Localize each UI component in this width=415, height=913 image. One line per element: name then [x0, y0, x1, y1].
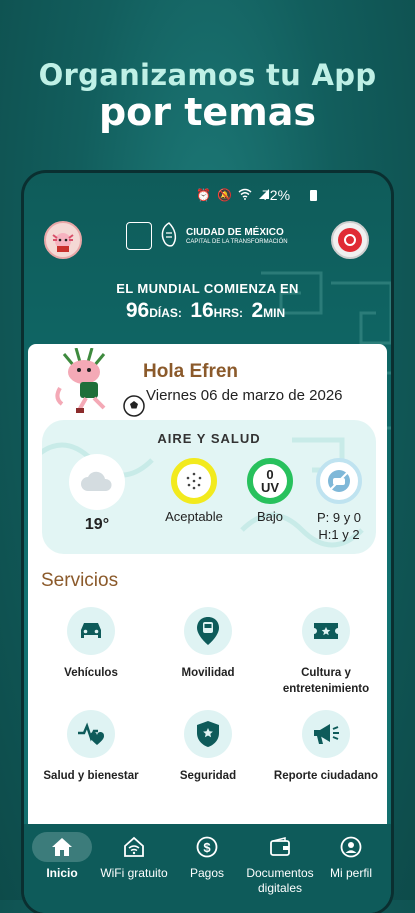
temperature-value: 19° — [84, 516, 110, 533]
uv-indicator: 0 UV — [247, 458, 293, 504]
nav-inicio[interactable]: Inicio — [25, 832, 99, 881]
nav-label: Inicio — [46, 866, 78, 880]
ticket-icon — [302, 607, 350, 655]
heart-pulse-icon — [67, 710, 115, 758]
traffic-restriction-text: P: 9 y 0 H:1 y 2 — [304, 509, 374, 543]
service-label: Reporte ciudadano — [273, 770, 379, 782]
svg-text:$: $ — [203, 840, 211, 855]
no-driving-icon — [316, 458, 362, 504]
service-movilidad[interactable]: Movilidad — [148, 607, 268, 681]
air-quality-item: Aceptable — [154, 458, 234, 524]
cloud-icon — [69, 454, 125, 510]
service-label: Cultura y entretenimiento — [282, 667, 370, 695]
service-reporte[interactable]: Reporte ciudadano — [266, 710, 386, 784]
service-label: Seguridad — [179, 770, 237, 782]
app-header: CIUDAD DE MÉXICO CAPITAL DE LA TRANSFORM… — [24, 219, 391, 259]
countdown-days: 96 — [125, 299, 150, 322]
air-health-widget[interactable]: AIRE Y SALUD 19° Aceptable 0 UV Bajo P: … — [42, 420, 376, 554]
promo-line-1: Organizamos tu App — [38, 58, 377, 92]
nav-wifi[interactable]: WiFi gratuito — [97, 832, 171, 881]
service-seguridad[interactable]: Seguridad — [148, 710, 268, 784]
service-label: Movilidad — [181, 667, 235, 679]
countdown-hours: 16 — [190, 299, 214, 322]
wifi-icon — [238, 188, 252, 203]
traffic-line-1: P: 9 y 0 — [316, 510, 362, 525]
brand-line-2: CAPITAL DE LA TRANSFORMACIÓN — [186, 238, 288, 245]
service-label: Salud y bienestar — [43, 770, 139, 782]
nav-label: Pagos — [189, 866, 225, 880]
axolotl-soccer-mascot — [55, 348, 145, 417]
countdown-title: EL MUNDIAL COMIENZA EN — [116, 281, 299, 296]
traffic-line-2: H:1 y 2 — [318, 527, 360, 542]
shield-icon — [184, 710, 232, 758]
brand-text: CIUDAD DE MÉXICO CAPITAL DE LA TRANSFORM… — [186, 227, 288, 246]
home-icon — [32, 832, 92, 862]
car-icon — [67, 607, 115, 655]
countdown-timer: 96DÍAS: 16HRS: 2MIN — [24, 299, 391, 323]
nav-label: Documentos digitales — [246, 866, 314, 895]
emergency-button[interactable] — [331, 221, 369, 259]
bus-icon — [184, 607, 232, 655]
wifi-house-icon — [104, 832, 164, 862]
mascot-avatar-button[interactable] — [44, 221, 82, 259]
uv-level: Bajo — [256, 509, 284, 524]
countdown-minutes: 2 — [251, 299, 264, 322]
promo-line-2: por temas — [98, 90, 317, 134]
current-date: Viernes 06 de marzo de 2026 — [146, 387, 343, 404]
status-icons: ⏰ 🔕 — [196, 188, 270, 203]
service-vehiculos[interactable]: Vehículos — [31, 607, 151, 681]
air-quality-label: Aceptable — [165, 509, 223, 524]
uv-label: UV — [260, 479, 280, 495]
nav-documentos[interactable]: Documentos digitales — [243, 832, 317, 896]
cdmx-logo: CIUDAD DE MÉXICO CAPITAL DE LA TRANSFORM… — [126, 221, 288, 251]
countdown-days-unit: DÍAS: — [149, 306, 182, 320]
user-icon — [321, 832, 381, 862]
service-salud[interactable]: Salud y bienestar — [31, 710, 151, 784]
megaphone-icon — [302, 710, 350, 758]
greeting-text: Hola Efren — [143, 361, 239, 382]
phone-frame: ⏰ 🔕 72% CIUDAD DE MÉXICO CAPITAL DE LA T… — [24, 173, 391, 913]
alert-icon — [338, 228, 362, 252]
service-label: Vehículos — [64, 667, 118, 679]
mute-icon: 🔕 — [216, 188, 232, 202]
air-particles-icon — [186, 472, 202, 490]
alarm-icon: ⏰ — [196, 188, 211, 202]
services-title: Servicios — [41, 570, 119, 591]
battery-percent: 72% — [262, 187, 291, 203]
service-cultura[interactable]: Cultura y entretenimiento — [266, 607, 386, 697]
nav-label: Mi perfil — [329, 866, 372, 880]
nav-label: WiFi gratuito — [100, 866, 168, 880]
nav-perfil[interactable]: Mi perfil — [314, 832, 388, 881]
brand-line-1: CIUDAD DE MÉXICO — [186, 226, 284, 238]
traffic-restriction-item: P: 9 y 0 H:1 y 2 — [304, 458, 374, 543]
nav-pagos[interactable]: $ Pagos — [170, 832, 244, 881]
eagle-emblem-icon — [161, 222, 177, 247]
home-content-card: Hola Efren Viernes 06 de marzo de 2026 A… — [28, 344, 387, 824]
axolotl-icon — [52, 233, 74, 252]
wallet-icon — [250, 832, 310, 862]
countdown-minutes-unit: MIN — [263, 306, 286, 320]
soccer-ball-icon — [123, 395, 145, 417]
air-quality-indicator — [171, 458, 217, 504]
weather-item: 19° — [62, 454, 132, 534]
status-bar: ⏰ 🔕 72% — [24, 185, 391, 207]
coat-of-arms-icon — [126, 222, 152, 250]
dollar-icon: $ — [177, 832, 237, 862]
countdown-hours-unit: HRS: — [213, 306, 244, 320]
uv-item: 0 UV Bajo — [230, 458, 310, 524]
air-health-title: AIRE Y SALUD — [157, 431, 261, 446]
uv-value: 0 — [266, 466, 274, 482]
battery-icon — [310, 190, 317, 201]
